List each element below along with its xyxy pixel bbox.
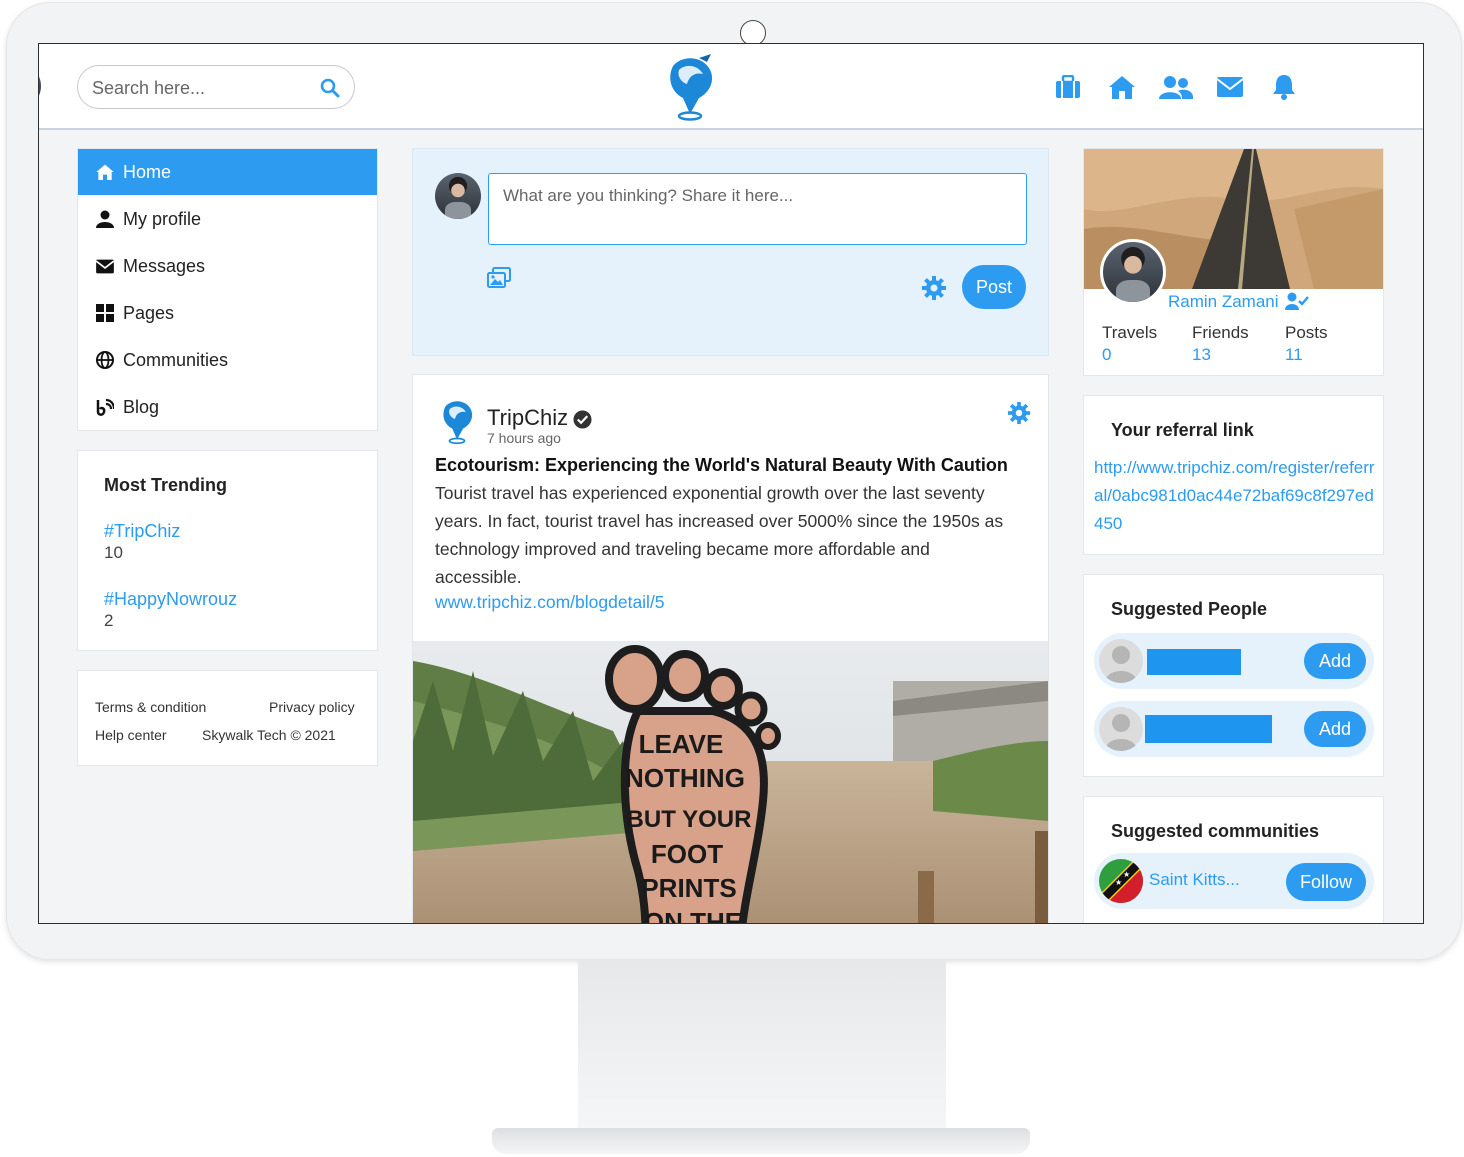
stat-value[interactable]: 11 — [1285, 345, 1303, 365]
stat-label: Posts — [1285, 323, 1328, 342]
sidebar-item-communities[interactable]: Communities — [78, 337, 377, 383]
sign-line: BUT YOUR — [627, 806, 752, 833]
post-title: Ecotourism: Experiencing the World's Nat… — [435, 455, 1008, 475]
gear-icon[interactable] — [1007, 401, 1031, 430]
sidebar-item-label: Pages — [123, 302, 175, 323]
envelope-icon — [95, 259, 115, 274]
referral-link[interactable]: http://www.tripchiz.com/register/referra… — [1094, 454, 1378, 538]
images-icon[interactable] — [487, 267, 511, 294]
sidebar-item-home[interactable]: Home — [78, 149, 377, 195]
referral-card: Your referral link http://www.tripchiz.c… — [1083, 395, 1384, 555]
post-button[interactable]: Post — [962, 265, 1026, 309]
sidebar-item-pages[interactable]: Pages — [78, 290, 377, 336]
suggested-communities-card: Suggested communities ★ ★ Saint Kitts...… — [1083, 796, 1384, 923]
footer-links-card: Terms & condition Privacy policy Help ce… — [77, 670, 378, 766]
profile-avatar[interactable] — [1100, 239, 1166, 305]
community-name[interactable]: Saint Kitts... — [1149, 870, 1240, 890]
tripchiz-logo[interactable] — [435, 397, 479, 450]
monitor-stand — [578, 960, 946, 1130]
bell-icon[interactable] — [1267, 72, 1301, 102]
referral-title: Your referral link — [1111, 420, 1254, 440]
stat-label: Friends — [1192, 323, 1249, 342]
privacy-link[interactable]: Privacy policy — [269, 699, 355, 715]
verified-icon — [573, 410, 592, 434]
user-check-icon — [1285, 292, 1309, 315]
trending-tag[interactable]: #HappyNowrouz — [104, 589, 237, 610]
sidebar-item-label: Communities — [123, 349, 229, 370]
sign-line: NOTHING — [625, 763, 745, 793]
post-author[interactable]: TripChiz — [487, 405, 568, 431]
sidebar-item-label: Home — [123, 161, 172, 182]
help-center-link[interactable]: Help center — [95, 727, 167, 743]
tripchiz-logo[interactable] — [659, 52, 721, 122]
header-nav — [1051, 72, 1301, 102]
monitor-stand-base — [492, 1128, 1030, 1154]
terms-link[interactable]: Terms & condition — [95, 699, 206, 715]
feed-post: TripChiz 7 hours ago Ecotourism: Experie… — [412, 374, 1049, 924]
sign-line: LEAVE — [639, 729, 724, 759]
post-link[interactable]: www.tripchiz.com/blogdetail/5 — [435, 592, 665, 613]
sidebar-item-label: My profile — [123, 208, 202, 229]
envelope-icon[interactable] — [1213, 72, 1247, 102]
suggested-community: ★ ★ Saint Kitts... Follow — [1094, 853, 1374, 909]
add-friend-button[interactable]: Add — [1304, 711, 1366, 747]
post-time: 7 hours ago — [487, 430, 561, 446]
users-icon[interactable] — [1159, 72, 1193, 102]
stat-value[interactable]: 13 — [1192, 345, 1211, 365]
composer-avatar — [435, 173, 481, 219]
sign-line: PRINTS — [641, 873, 736, 903]
user-avatar[interactable] — [39, 62, 41, 110]
person-name-redacted[interactable] — [1145, 715, 1272, 743]
sign-line: FOOT — [651, 839, 723, 869]
svg-text:★: ★ — [1123, 870, 1130, 879]
grid-icon — [95, 304, 115, 322]
suggested-people-card: Suggested People Add Add — [1083, 574, 1384, 777]
home-icon[interactable] — [1105, 72, 1139, 102]
profile-name[interactable]: Ramin Zamani — [1168, 292, 1279, 312]
copyright-text: Skywalk Tech © 2021 — [202, 727, 336, 743]
user-icon — [95, 210, 115, 228]
trending-count: 2 — [104, 611, 114, 630]
trending-title: Most Trending — [104, 475, 227, 495]
sidebar-item-messages[interactable]: Messages — [78, 243, 377, 289]
sidebar-item-label: Blog — [123, 396, 160, 417]
default-avatar-icon — [1099, 639, 1143, 683]
composer-input[interactable] — [488, 173, 1027, 245]
home-icon — [95, 163, 115, 181]
saint-kitts-flag-icon: ★ ★ — [1099, 859, 1143, 903]
gear-icon[interactable] — [921, 275, 947, 306]
trending-count: 10 — [104, 543, 123, 562]
search-input[interactable] — [90, 74, 314, 102]
suggested-person: Add — [1094, 701, 1374, 757]
suitcase-icon[interactable] — [1051, 72, 1085, 102]
search-icon[interactable] — [320, 78, 340, 103]
svg-text:★: ★ — [1115, 878, 1122, 887]
add-friend-button[interactable]: Add — [1304, 643, 1366, 679]
suggested-communities-title: Suggested communities — [1111, 821, 1320, 841]
post-composer: Post — [412, 148, 1049, 356]
blog-icon — [95, 398, 115, 416]
post-image[interactable]: LEAVE NOTHING BUT YOUR FOOT PRINTS ON TH… — [413, 641, 1048, 924]
search-box[interactable] — [77, 65, 355, 109]
globe-icon — [95, 351, 115, 369]
sidebar-item-my-profile[interactable]: My profile — [78, 196, 377, 242]
follow-button[interactable]: Follow — [1286, 863, 1366, 901]
profile-card: Ramin Zamani Travels 0 Friends 13 Posts … — [1083, 148, 1384, 376]
suggested-person: Add — [1094, 633, 1374, 689]
stat-label: Travels — [1102, 323, 1158, 342]
screen: Home My profile Messages Pages Communiti… — [38, 43, 1424, 924]
sidebar-menu: Home My profile Messages Pages Communiti… — [77, 148, 378, 431]
sidebar-item-label: Messages — [123, 255, 206, 276]
sign-line: ON THE — [644, 907, 742, 924]
person-name-redacted[interactable] — [1147, 649, 1241, 675]
suggested-people-title: Suggested People — [1111, 599, 1268, 619]
post-body: Tourist travel has experienced exponenti… — [435, 483, 1004, 587]
most-trending-card: Most Trending #TripChiz 10 #HappyNowrouz… — [77, 450, 378, 651]
stat-value[interactable]: 0 — [1102, 345, 1111, 365]
top-header — [39, 44, 1423, 130]
default-avatar-icon — [1099, 707, 1143, 751]
sidebar-item-blog[interactable]: Blog — [78, 384, 377, 430]
trending-tag[interactable]: #TripChiz — [104, 521, 180, 542]
